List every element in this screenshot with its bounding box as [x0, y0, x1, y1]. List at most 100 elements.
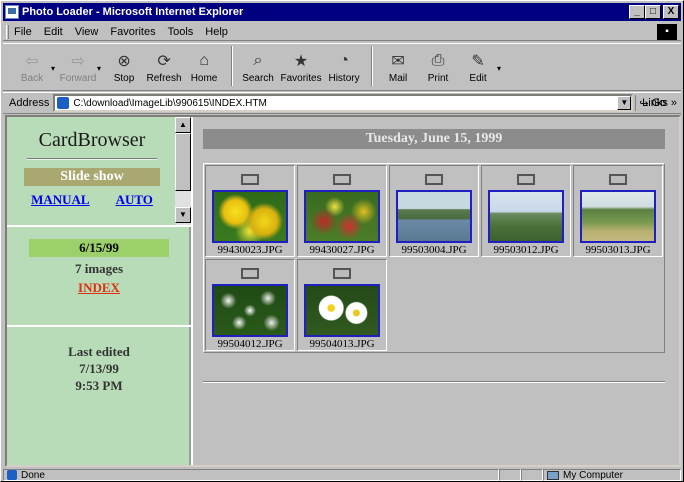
scroll-down-button[interactable]: ▼ [175, 207, 191, 223]
menu-tools[interactable]: Tools [168, 26, 194, 38]
thumbnail-image[interactable] [212, 284, 288, 337]
search-icon: ⌕ [253, 52, 263, 69]
slide-icon[interactable] [609, 174, 627, 186]
index-link[interactable]: INDEX [7, 280, 191, 296]
status-text-panel: Done [3, 469, 499, 481]
home-icon: ⌂ [199, 52, 209, 69]
sidebar-scrollbar[interactable]: ▲ ▼ [175, 117, 191, 225]
status-bar: Done My Computer [3, 469, 681, 481]
stop-button[interactable]: ⊗ Stop [105, 44, 143, 88]
thumbnail-cell[interactable]: 99430027.JPG [297, 165, 387, 257]
favorites-button[interactable]: ★ Favorites [279, 44, 323, 88]
windows-logo-icon: ▪ [657, 24, 677, 40]
slide-icon[interactable] [517, 174, 535, 186]
menu-file[interactable]: File [14, 26, 32, 38]
thumbnail-image[interactable] [488, 190, 564, 243]
left-frame: CardBrowser Slide show MANUAL AUTO ▲ ▼ 6… [7, 117, 191, 465]
slide-icon[interactable] [333, 268, 351, 280]
date-heading: Tuesday, June 15, 1999 [203, 129, 665, 149]
thumbnail-filename[interactable]: 99504012.JPG [217, 338, 282, 350]
auto-link[interactable]: AUTO [116, 192, 153, 208]
slide-icon[interactable] [241, 268, 259, 280]
menu-grip [6, 24, 9, 39]
image-count: 7 images [74, 261, 124, 276]
page-status-icon [7, 470, 17, 480]
mail-icon: ✉ [391, 53, 405, 70]
address-input[interactable]: C:\download\ImageLib\990615\INDEX.HTM [53, 94, 634, 112]
thumbnail-filename[interactable]: 99430027.JPG [309, 244, 374, 256]
thumbnail-cell[interactable]: 99504012.JPG [205, 259, 295, 351]
minimize-button[interactable]: _ [629, 5, 645, 19]
scroll-up-button[interactable]: ▲ [175, 117, 191, 133]
thumbnail-cell[interactable]: 99430023.JPG [205, 165, 295, 257]
browser-window: Photo Loader - Microsoft Internet Explor… [0, 0, 684, 482]
bottom-divider [203, 381, 665, 383]
standard-toolbar: ⇦ Back ▾ ⇨ Forward ▾ ⊗ Stop ⟳ Refresh ⌂ Home … [3, 43, 681, 91]
stop-icon: ⊗ [117, 53, 131, 70]
app-title: CardBrowser [38, 129, 146, 151]
thumbnail-filename[interactable]: 99503004.JPG [401, 244, 466, 256]
page-icon [57, 97, 70, 109]
thumbnail-cell[interactable]: 99504013.JPG [297, 259, 387, 351]
close-button[interactable]: X [663, 5, 679, 19]
computer-icon [547, 470, 559, 480]
favorites-icon: ★ [293, 53, 309, 70]
history-icon: ◔ [339, 52, 349, 69]
address-value: C:\download\ImageLib\990615\INDEX.HTM [73, 97, 267, 109]
slide-icon[interactable] [241, 174, 259, 186]
title-bar[interactable]: Photo Loader - Microsoft Internet Explor… [3, 3, 681, 21]
toolbar-separator [231, 46, 234, 86]
menu-edit[interactable]: Edit [44, 26, 63, 38]
slide-icon[interactable] [425, 174, 443, 186]
thumbnail-image[interactable] [396, 190, 472, 243]
back-button[interactable]: ⇦ Back [13, 44, 51, 88]
search-button[interactable]: ⌕ Search [239, 44, 277, 88]
sidebar-top-panel: CardBrowser Slide show MANUAL AUTO [7, 117, 177, 225]
page-viewport: CardBrowser Slide show MANUAL AUTO ▲ ▼ 6… [5, 115, 681, 467]
last-edited-label: Last edited [68, 344, 130, 359]
slide-icon[interactable] [333, 174, 351, 186]
forward-dropdown[interactable]: ▾ [97, 64, 101, 73]
thumbnail-filename[interactable]: 99503013.JPG [585, 244, 650, 256]
thumbnail-cell[interactable]: 99503012.JPG [481, 165, 571, 257]
manual-link[interactable]: MANUAL [31, 192, 90, 208]
address-dropdown-button[interactable]: ▼ [617, 96, 632, 110]
thumbnail-filename[interactable]: 99504013.JPG [309, 338, 374, 350]
thumbnail-filename[interactable]: 99430023.JPG [217, 244, 282, 256]
address-bar: Address C:\download\ImageLib\990615\INDE… [3, 92, 681, 114]
thumbnail-grid: 99430023.JPG 99430027.JPG 99503004.JPG 9… [203, 163, 665, 353]
home-button[interactable]: ⌂ Home [185, 44, 223, 88]
status-panel [499, 469, 521, 481]
refresh-icon: ⟳ [157, 53, 171, 70]
edit-dropdown[interactable]: ▾ [497, 64, 501, 73]
back-dropdown[interactable]: ▾ [51, 64, 55, 73]
status-panel [521, 469, 543, 481]
thumbnail-image[interactable] [304, 190, 380, 243]
slideshow-label: Slide show [24, 168, 160, 186]
divider [27, 158, 157, 160]
thumbnail-cell[interactable]: 99503013.JPG [573, 165, 663, 257]
forward-arrow-icon: ⇨ [71, 53, 85, 70]
history-button[interactable]: ◔ History [325, 44, 363, 88]
window-title: Photo Loader - Microsoft Internet Explor… [22, 6, 244, 18]
menu-bar: File Edit View Favorites Tools Help ▪ [3, 23, 681, 41]
edit-button[interactable]: ✎ Edit [459, 44, 497, 88]
thumbnail-image[interactable] [580, 190, 656, 243]
toolbar-separator [371, 46, 374, 86]
menu-favorites[interactable]: Favorites [110, 26, 155, 38]
thumbnail-cell[interactable]: 99503004.JPG [389, 165, 479, 257]
links-button[interactable]: Links » [635, 95, 677, 111]
print-button[interactable]: ⎙ Print [419, 44, 457, 88]
scroll-thumb[interactable] [175, 133, 191, 191]
refresh-button[interactable]: ⟳ Refresh [145, 44, 183, 88]
mail-button[interactable]: ✉ Mail [379, 44, 417, 88]
menu-help[interactable]: Help [205, 26, 228, 38]
forward-button[interactable]: ⇨ Forward [59, 44, 97, 88]
thumbnail-image[interactable] [212, 190, 288, 243]
back-arrow-icon: ⇦ [25, 53, 39, 70]
menu-view[interactable]: View [75, 26, 99, 38]
last-edited-time: 9:53 PM [75, 378, 123, 393]
thumbnail-image[interactable] [304, 284, 380, 337]
thumbnail-filename[interactable]: 99503012.JPG [493, 244, 558, 256]
maximize-button[interactable]: □ [645, 5, 661, 19]
